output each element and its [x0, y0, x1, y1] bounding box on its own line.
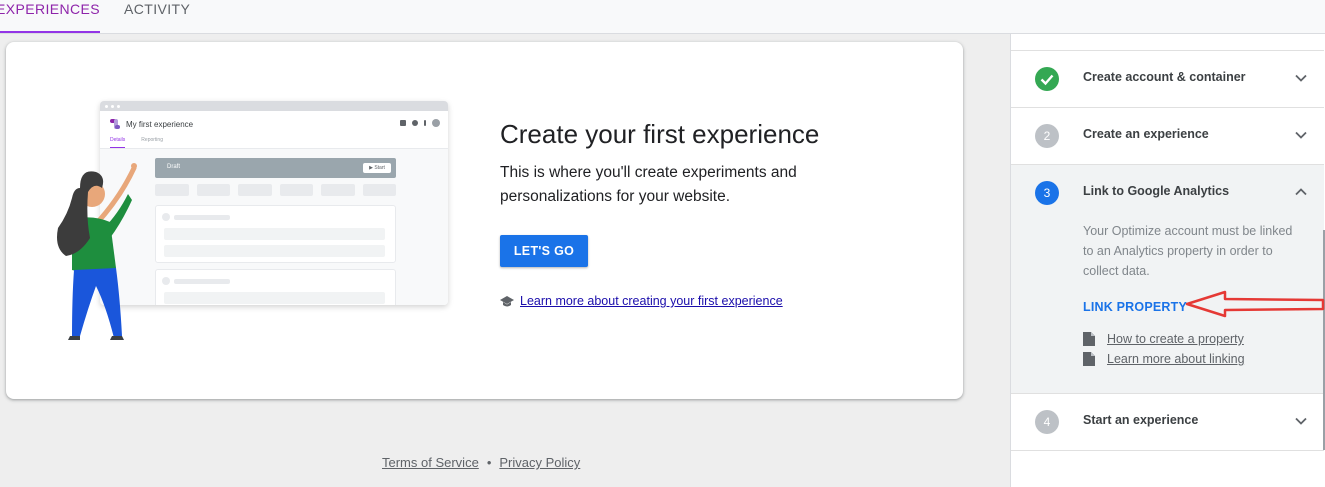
learn-more-row: Learn more about creating your first exp…	[500, 294, 783, 308]
learn-more-linking-link[interactable]: Learn more about linking	[1107, 352, 1245, 366]
footer: Terms of Service • Privacy Policy	[382, 455, 580, 470]
help-icon	[412, 120, 418, 126]
mock-draft-bar: Draft ▶ Start	[155, 158, 396, 178]
learn-more-link[interactable]: Learn more about creating your first exp…	[520, 294, 783, 308]
step-header[interactable]: 3 Link to Google Analytics	[1011, 165, 1324, 221]
mock-subtab-details: Details	[110, 137, 126, 148]
step-header[interactable]: Create account & container	[1011, 51, 1324, 107]
step-title: Start an experience	[1083, 413, 1199, 427]
terms-of-service-link[interactable]: Terms of Service	[382, 455, 479, 470]
setup-checklist-panel: Create account & container 2 Create an e…	[1010, 34, 1325, 487]
chevron-up-icon	[1295, 188, 1307, 196]
link-property-button[interactable]: LINK PROPERTY	[1083, 300, 1187, 314]
footer-separator: •	[486, 455, 492, 470]
step-divider	[1011, 450, 1324, 451]
tab-activity[interactable]: ACTIVITY	[124, 0, 190, 33]
chevron-down-icon	[1295, 131, 1307, 139]
mock-window-bar	[100, 101, 448, 111]
help-link-item: How to create a property	[1083, 329, 1293, 349]
step-link-analytics: 3 Link to Google Analytics Your Optimize…	[1011, 164, 1324, 393]
check-icon	[1040, 74, 1054, 86]
step-number-badge: 3	[1035, 181, 1059, 205]
step-create-account: Create account & container	[1011, 50, 1324, 107]
tab-experiences[interactable]: EXPERIENCES	[0, 0, 100, 33]
mock-start-button: ▶ Start	[363, 163, 391, 173]
tab-bar: EXPERIENCES ACTIVITY	[0, 0, 1325, 34]
lets-go-button[interactable]: LET'S GO	[500, 235, 588, 267]
mock-title: My first experience	[126, 119, 194, 129]
mock-header: My first experience	[100, 111, 448, 137]
mock-chips	[155, 184, 396, 196]
mock-subtab-reporting: Reporting	[141, 137, 163, 143]
help-links: How to create a property Learn more abou…	[1083, 329, 1293, 369]
step-title: Create an experience	[1083, 127, 1209, 141]
mock-panel	[155, 269, 396, 305]
document-icon	[1083, 352, 1095, 366]
how-to-create-property-link[interactable]: How to create a property	[1107, 332, 1244, 346]
step-number-badge: 2	[1035, 124, 1059, 148]
school-icon	[500, 295, 514, 306]
step-description: Your Optimize account must be linked to …	[1083, 224, 1293, 278]
apps-icon	[400, 120, 406, 126]
hero-description: This is where you'll create experiments …	[500, 164, 797, 205]
optimize-logo-icon	[110, 119, 120, 129]
avatar-icon	[432, 119, 440, 127]
step-header[interactable]: 4 Start an experience	[1011, 394, 1324, 450]
step-title: Create account & container	[1083, 70, 1246, 84]
step-start-experience: 4 Start an experience	[1011, 393, 1324, 450]
privacy-policy-link[interactable]: Privacy Policy	[499, 455, 580, 470]
chevron-down-icon	[1295, 74, 1307, 82]
chevron-down-icon	[1295, 417, 1307, 425]
step-title: Link to Google Analytics	[1083, 184, 1230, 198]
step-header[interactable]: 2 Create an experience	[1011, 108, 1324, 164]
help-link-item: Learn more about linking	[1083, 349, 1293, 369]
mock-subtabs: Details Reporting	[100, 137, 448, 149]
mock-draft-label: Draft	[167, 164, 181, 170]
mock-body: Draft ▶ Start	[100, 149, 448, 305]
mock-panel	[155, 205, 396, 263]
document-icon	[1083, 332, 1095, 346]
step-number-badge: 4	[1035, 410, 1059, 434]
more-icon	[424, 120, 426, 126]
step-complete-badge	[1035, 67, 1059, 91]
hero-title: Create your first experience	[500, 119, 820, 149]
experience-illustration: My first experience Details Reporting Dr…	[100, 101, 448, 305]
person-illustration	[57, 163, 137, 340]
empty-state-card: My first experience Details Reporting Dr…	[6, 42, 963, 399]
annotation-arrow-icon	[1185, 290, 1325, 318]
step-create-experience: 2 Create an experience	[1011, 107, 1324, 164]
mock-toolbar-icons	[400, 119, 440, 127]
